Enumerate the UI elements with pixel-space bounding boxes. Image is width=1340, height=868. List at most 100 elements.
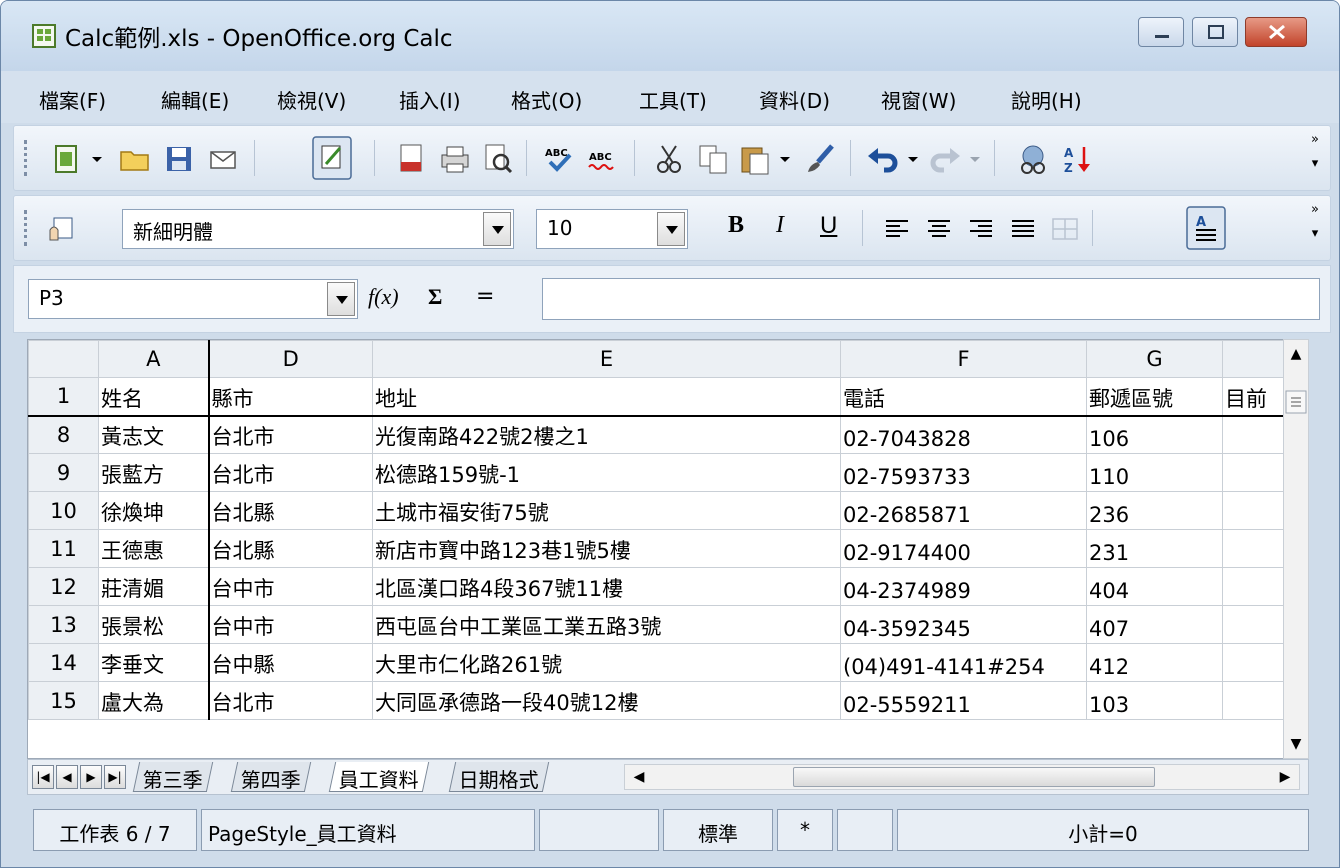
menu-view[interactable]: 檢視(V) [277, 85, 346, 114]
menu-edit[interactable]: 編輯(E) [161, 85, 229, 114]
row-header[interactable]: 1 [28, 377, 99, 417]
hyperlink-icon[interactable] [1016, 142, 1050, 176]
spellcheck-icon[interactable]: ABC [542, 142, 576, 176]
status-sheet-index[interactable]: 工作表 6 / 7 [33, 809, 197, 851]
column-header-h[interactable] [1222, 340, 1287, 378]
cell[interactable]: 大同區承德路一段40號12樓 [372, 681, 841, 720]
cell[interactable]: 新店市寶中路123巷1號5樓 [372, 529, 841, 568]
function-button[interactable]: = [476, 284, 494, 309]
align-center-icon[interactable] [922, 212, 956, 246]
cell[interactable]: 103 [1086, 681, 1223, 720]
column-header-e[interactable]: E [372, 340, 841, 378]
cell[interactable]: 台中市 [208, 567, 373, 606]
cell[interactable]: 光復南路422號2樓之1 [372, 415, 841, 454]
align-left-icon[interactable] [880, 212, 914, 246]
menu-tools[interactable]: 工具(T) [639, 85, 707, 114]
status-sum[interactable]: 小計=0 [897, 809, 1309, 851]
horizontal-scroll-thumb[interactable] [793, 767, 1155, 787]
menu-file[interactable]: 檔案(F) [39, 85, 106, 114]
cell[interactable]: 110 [1086, 453, 1223, 492]
sum-button[interactable]: Σ [428, 284, 442, 310]
status-zoom[interactable] [539, 809, 659, 851]
status-page-style[interactable]: PageStyle_員工資料 [201, 809, 535, 851]
menu-window[interactable]: 視窗(W) [881, 85, 956, 114]
cell[interactable]: 張景松 [98, 605, 210, 644]
close-button[interactable] [1245, 17, 1307, 47]
cell[interactable]: 04-2374989 [840, 567, 1087, 606]
minimize-button[interactable] [1138, 17, 1184, 47]
cell[interactable]: 土城市福安街75號 [372, 491, 841, 530]
column-header-a[interactable]: A [98, 340, 210, 378]
new-dropdown-chevron-icon[interactable] [88, 142, 106, 176]
scroll-up-arrow-icon[interactable]: ▲ [1284, 342, 1308, 366]
toolbar-overflow-chevron-icon[interactable]: » ▾ [1306, 133, 1324, 180]
name-box[interactable]: P3 [28, 279, 358, 319]
bold-button[interactable]: B [728, 212, 744, 239]
paste-icon[interactable] [738, 142, 772, 176]
cell[interactable] [1222, 453, 1287, 492]
toolbar-overflow-chevron-icon[interactable]: » ▾ [1306, 203, 1324, 250]
cell[interactable]: 02-5559211 [840, 681, 1087, 720]
cell[interactable]: 西屯區台中工業區工業五路3號 [372, 605, 841, 644]
cell[interactable]: 松德路159號-1 [372, 453, 841, 492]
cell[interactable]: 莊清媚 [98, 567, 210, 606]
sheet-tab-date-format[interactable]: 日期格式 [448, 762, 550, 792]
undo-icon[interactable] [866, 142, 900, 176]
cell[interactable]: 02-7043828 [840, 415, 1087, 454]
italic-button[interactable]: I [776, 212, 784, 239]
cell[interactable]: 郵遞區號 [1086, 377, 1223, 417]
cell[interactable]: 盧大為 [98, 681, 210, 720]
cell[interactable] [1222, 529, 1287, 568]
format-paintbrush-icon[interactable] [804, 142, 838, 176]
menu-help[interactable]: 說明(H) [1011, 85, 1082, 114]
status-insert-mode[interactable]: 標準 [663, 809, 773, 851]
column-header-d[interactable]: D [208, 340, 373, 378]
cell[interactable]: 姓名 [98, 377, 210, 417]
vertical-scrollbar[interactable]: ▲ ▼ [1283, 339, 1309, 759]
cell[interactable]: 大里市仁化路261號 [372, 643, 841, 682]
cell[interactable]: 張藍方 [98, 453, 210, 492]
save-icon[interactable] [162, 142, 196, 176]
status-modified[interactable] [837, 809, 893, 851]
row-header[interactable]: 8 [28, 415, 99, 454]
cell[interactable] [1222, 415, 1287, 454]
wrap-text-icon[interactable]: A [1186, 206, 1226, 250]
toolbar-grip[interactable] [24, 140, 28, 176]
cell[interactable]: (04)491-4141#254 [840, 643, 1087, 682]
cell[interactable]: 台北縣 [208, 491, 373, 530]
cell[interactable]: 縣市 [208, 377, 373, 417]
name-box-dropdown-button[interactable] [327, 282, 355, 316]
scroll-right-arrow-icon[interactable]: ▶ [1273, 765, 1297, 789]
last-sheet-icon[interactable]: ▶| [104, 765, 126, 789]
cell[interactable]: 02-9174400 [840, 529, 1087, 568]
copy-icon[interactable] [696, 142, 730, 176]
styles-formatting-icon[interactable] [44, 212, 78, 246]
sheet-tab-employees[interactable]: 員工資料 [328, 762, 430, 792]
cell[interactable]: 王德惠 [98, 529, 210, 568]
cell[interactable]: 02-7593733 [840, 453, 1087, 492]
next-sheet-icon[interactable]: ▶ [80, 765, 102, 789]
function-wizard-button[interactable]: f(x) [368, 284, 399, 310]
edit-file-icon[interactable] [312, 136, 352, 180]
sort-ascending-icon[interactable]: AZ [1060, 142, 1094, 176]
email-icon[interactable] [206, 142, 240, 176]
undo-dropdown-chevron-icon[interactable] [904, 142, 922, 176]
cell[interactable] [1222, 681, 1287, 720]
auto-spellcheck-icon[interactable]: ABC [586, 142, 620, 176]
cell[interactable] [1222, 605, 1287, 644]
cell[interactable]: 目前 [1222, 377, 1287, 417]
row-header[interactable]: 10 [28, 491, 99, 530]
cell[interactable]: 台北市 [208, 453, 373, 492]
column-header-f[interactable]: F [840, 340, 1087, 378]
cell[interactable]: 台北市 [208, 681, 373, 720]
cell[interactable]: 電話 [840, 377, 1087, 417]
print-icon[interactable] [438, 142, 472, 176]
horizontal-scrollbar[interactable]: ◀ ▶ [624, 764, 1300, 790]
column-header-g[interactable]: G [1086, 340, 1223, 378]
sheet-tab-q4[interactable]: 第四季 [230, 762, 312, 792]
maximize-button[interactable] [1192, 17, 1238, 47]
cell[interactable]: 李垂文 [98, 643, 210, 682]
cell[interactable]: 412 [1086, 643, 1223, 682]
row-header[interactable]: 14 [28, 643, 99, 682]
prev-sheet-icon[interactable]: ◀ [56, 765, 78, 789]
